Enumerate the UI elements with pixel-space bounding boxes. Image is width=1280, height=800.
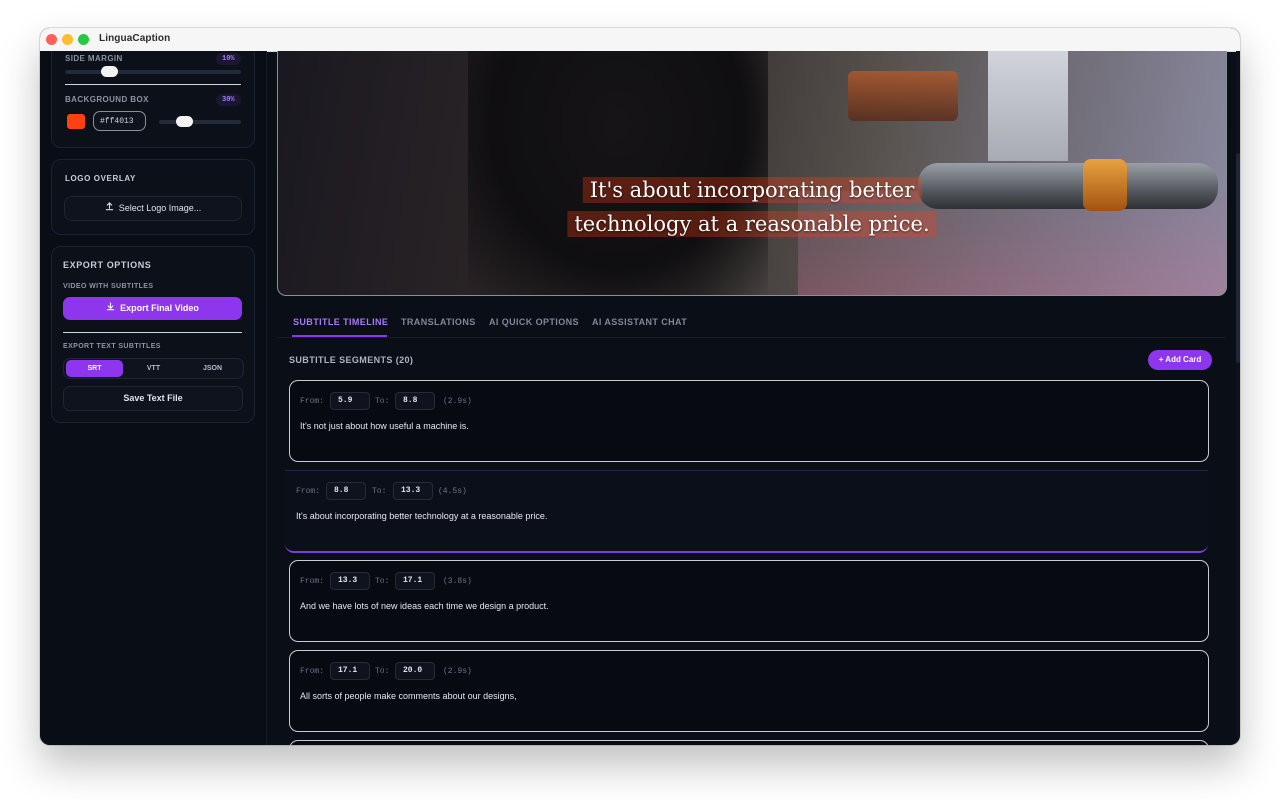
- from-label: From:: [296, 487, 321, 496]
- side-margin-slider-thumb[interactable]: [101, 66, 118, 77]
- to-time-input[interactable]: 17.1: [395, 572, 435, 590]
- main-content: It's about incorporating better technolo…: [277, 51, 1240, 745]
- to-label: To:: [375, 397, 390, 406]
- background-opacity-slider-thumb[interactable]: [175, 116, 193, 127]
- background-color-swatch[interactable]: [67, 114, 85, 129]
- segment-text[interactable]: It's not just about how useful a machine…: [300, 421, 469, 431]
- export-text-subtitles-label: EXPORT TEXT SUBTITLES: [63, 343, 161, 350]
- subtitle-style-panel: SIDE MARGIN 10% BACKGROUND BOX 30% #ff40…: [51, 51, 255, 148]
- save-text-file-button[interactable]: Save Text File: [63, 386, 243, 411]
- segment-duration: (2.9s): [443, 397, 472, 406]
- segment-duration: (4.5s): [438, 487, 467, 496]
- from-label: From:: [300, 397, 325, 406]
- format-option-json[interactable]: JSON: [184, 360, 241, 377]
- tab-bar: SUBTITLE TIMELINE TRANSLATIONS AI QUICK …: [277, 307, 1225, 338]
- format-option-vtt[interactable]: VTT: [125, 360, 182, 377]
- format-option-srt[interactable]: SRT: [66, 360, 123, 377]
- upload-icon: [105, 197, 114, 220]
- zoom-window-button[interactable]: [78, 34, 89, 45]
- export-options-title: EXPORT OPTIONS: [63, 260, 152, 270]
- from-time-input[interactable]: 13.3: [330, 572, 370, 590]
- segment-text[interactable]: It's about incorporating better technolo…: [296, 511, 547, 521]
- segment-card[interactable]: [289, 740, 1209, 745]
- to-time-input[interactable]: 8.8: [395, 392, 435, 410]
- logo-overlay-title: LOGO OVERLAY: [65, 174, 136, 183]
- caption-line-2: technology at a reasonable price.: [567, 211, 937, 237]
- tab-ai-assistant-chat[interactable]: AI ASSISTANT CHAT: [592, 317, 687, 327]
- window-title: LinguaCaption: [99, 33, 171, 44]
- to-time-input[interactable]: 20.0: [395, 662, 435, 680]
- video-preview[interactable]: It's about incorporating better technolo…: [277, 51, 1227, 296]
- laptop-prop: [988, 51, 1068, 161]
- from-label: From:: [300, 577, 325, 586]
- close-window-button[interactable]: [46, 34, 57, 45]
- presenter-figure: [468, 51, 768, 295]
- divider: [65, 84, 241, 85]
- from-label: From:: [300, 667, 325, 676]
- download-icon: [106, 297, 115, 320]
- export-options-panel: EXPORT OPTIONS VIDEO WITH SUBTITLES Expo…: [51, 246, 255, 423]
- background-box-label: BACKGROUND BOX: [65, 95, 149, 104]
- divider: [63, 332, 242, 333]
- segment-card[interactable]: From: 13.3 To: 17.1 (3.8s) And we have l…: [289, 560, 1209, 642]
- segments-title: SUBTITLE SEGMENTS (20): [289, 355, 414, 365]
- segment-card-active[interactable]: From: 8.8 To: 13.3 (4.5s) It's about inc…: [285, 470, 1208, 553]
- sidebar: SIDE MARGIN 10% BACKGROUND BOX 30% #ff40…: [40, 51, 267, 745]
- to-label: To:: [375, 667, 390, 676]
- scrollbar-thumb[interactable]: [1236, 153, 1240, 363]
- format-selector: SRT VTT JSON: [63, 358, 244, 379]
- segment-text[interactable]: And we have lots of new ideas each time …: [300, 601, 549, 611]
- from-time-input[interactable]: 5.9: [330, 392, 370, 410]
- side-margin-value: 10%: [216, 53, 241, 65]
- caption-line-1: It's about incorporating better: [582, 177, 922, 203]
- export-final-video-label: Export Final Video: [120, 303, 199, 313]
- select-logo-button[interactable]: Select Logo Image...: [64, 196, 242, 221]
- segment-card[interactable]: From: 17.1 To: 20.0 (2.9s) All sorts of …: [289, 650, 1209, 732]
- scrollbar[interactable]: [1236, 51, 1240, 745]
- background-box-opacity-value: 30%: [216, 94, 241, 106]
- tab-ai-quick-options[interactable]: AI QUICK OPTIONS: [489, 317, 579, 327]
- export-final-video-button[interactable]: Export Final Video: [63, 297, 242, 320]
- segment-duration: (3.8s): [443, 577, 472, 586]
- active-tab-indicator: [292, 335, 387, 337]
- segment-card[interactable]: From: 5.9 To: 8.8 (2.9s) It's not just a…: [289, 380, 1209, 462]
- select-logo-label: Select Logo Image...: [118, 203, 202, 213]
- to-time-input[interactable]: 13.3: [393, 482, 433, 500]
- segment-text[interactable]: All sorts of people make comments about …: [300, 691, 517, 701]
- tab-translations[interactable]: TRANSLATIONS: [401, 317, 476, 327]
- machine-prop: [918, 163, 1218, 209]
- to-label: To:: [372, 487, 387, 496]
- background-prop: [848, 71, 958, 121]
- side-margin-slider[interactable]: [65, 70, 241, 74]
- machine-prop-copper: [1083, 159, 1127, 211]
- minimize-window-button[interactable]: [62, 34, 73, 45]
- to-label: To:: [375, 577, 390, 586]
- title-bar: LinguaCaption: [40, 28, 1240, 52]
- add-card-button[interactable]: + Add Card: [1148, 350, 1212, 370]
- segment-duration: (2.9s): [443, 667, 472, 676]
- from-time-input[interactable]: 17.1: [330, 662, 370, 680]
- background-color-hex-input[interactable]: #ff4013: [93, 111, 146, 131]
- tab-subtitle-timeline[interactable]: SUBTITLE TIMELINE: [293, 317, 388, 327]
- logo-overlay-panel: LOGO OVERLAY Select Logo Image...: [51, 159, 255, 235]
- background-opacity-slider[interactable]: [159, 120, 241, 124]
- video-with-subtitles-label: VIDEO WITH SUBTITLES: [63, 283, 154, 290]
- app-window: LinguaCaption SIDE MARGIN 10% BACKGROUND…: [40, 28, 1240, 745]
- side-margin-label: SIDE MARGIN: [65, 54, 123, 63]
- from-time-input[interactable]: 8.8: [326, 482, 366, 500]
